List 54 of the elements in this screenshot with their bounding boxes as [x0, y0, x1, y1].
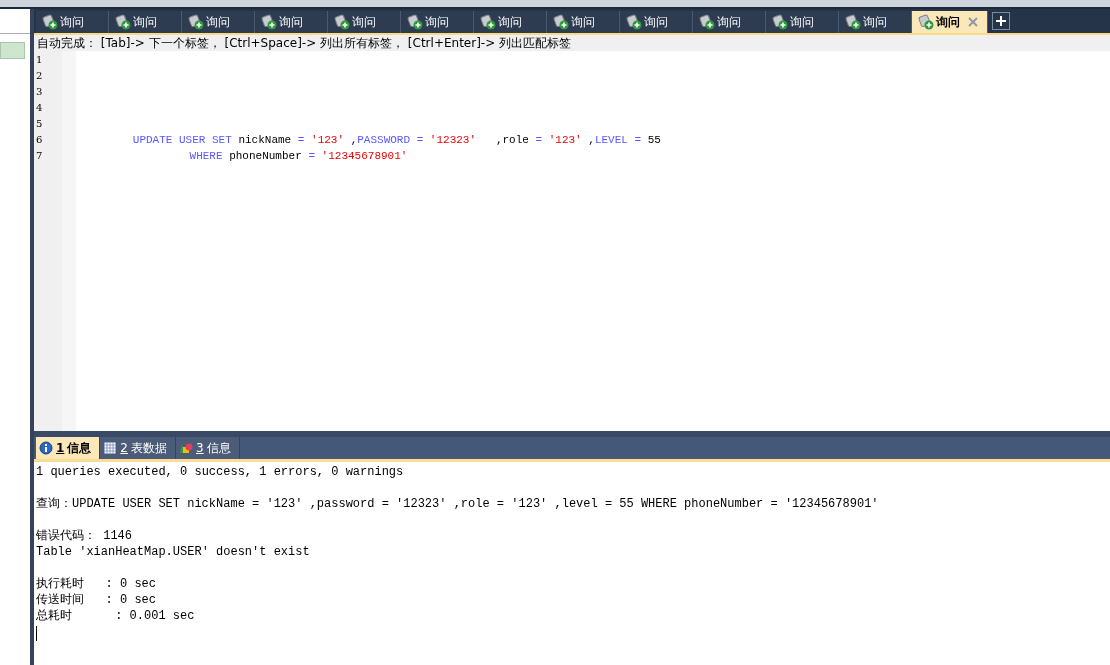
close-icon — [968, 17, 978, 27]
scroll-plus-icon — [480, 14, 496, 30]
query-tab[interactable]: 询问 — [401, 11, 474, 33]
autocomplete-hint: 自动完成： [Tab]-> 下一个标签， [Ctrl+Space]-> 列出所有标签， [Ctrl+Enter]-> 列出匹配标签 — [34, 33, 1110, 51]
scroll-plus-icon — [553, 14, 569, 30]
output-line: 传送时间 : 0 sec — [36, 592, 156, 608]
query-tab[interactable]: 询问 — [182, 11, 255, 33]
line-number: 6 — [35, 133, 44, 147]
line-number: 1 — [35, 53, 44, 67]
result-tab[interactable]: 1 信息 — [36, 437, 101, 459]
query-tab[interactable]: 询问 — [474, 11, 547, 33]
scroll-plus-icon — [772, 14, 788, 30]
line-number: 5 — [35, 117, 44, 131]
table-grid-icon — [103, 441, 118, 455]
query-tab[interactable]: 询问 — [36, 11, 109, 33]
output-line: 1 queries executed, 0 success, 1 errors, 0 warnings — [36, 464, 404, 480]
scroll-plus-icon — [334, 14, 350, 30]
query-tab[interactable]: 询问 — [766, 11, 839, 33]
scroll-plus-icon — [261, 14, 277, 30]
query-tab[interactable]: 询问 — [912, 11, 988, 33]
line-number: 2 — [35, 69, 44, 83]
text-cursor — [36, 626, 37, 641]
output-line: 查询：UPDATE USER SET nickName = '123' ,password = '12323' ,role = '123' ,level = 55 WHERE phoneNumber = '12345678901' — [36, 496, 879, 512]
query-tab[interactable]: 询问 — [693, 11, 766, 33]
info-icon — [39, 441, 53, 455]
query-tab[interactable]: 询问 — [547, 11, 620, 33]
result-tab[interactable]: 3 信息 — [176, 437, 240, 459]
output-line: 错误代码： 1146 — [36, 528, 132, 544]
code-line: UPDATE USER SET nickName = '123' ,PASSWORD = '12323' ,role = '123' ,LEVEL = 55 — [131, 133, 661, 148]
scroll-plus-icon — [918, 14, 934, 30]
shapes-icon — [179, 441, 193, 455]
line-number: 7 — [35, 149, 44, 163]
line-number: 3 — [35, 85, 44, 99]
query-tab[interactable]: 询问 — [255, 11, 328, 33]
scroll-plus-icon — [845, 14, 861, 30]
query-tab[interactable]: 询问 — [839, 11, 912, 33]
scroll-plus-icon — [115, 14, 131, 30]
scroll-plus-icon — [407, 14, 423, 30]
scroll-plus-icon — [42, 14, 58, 30]
add-tab-button[interactable] — [992, 12, 1010, 30]
query-tab[interactable]: 询问 — [328, 11, 401, 33]
sidebar-highlight — [0, 42, 25, 59]
code-line: WHERE phoneNumber = '12345678901' — [188, 149, 408, 164]
query-tab[interactable]: 询问 — [620, 11, 693, 33]
line-number: 4 — [35, 101, 44, 115]
scroll-plus-icon — [188, 14, 204, 30]
result-tab[interactable]: 2 表数据 — [100, 437, 176, 459]
plus-icon — [995, 15, 1007, 27]
output-line: Table 'xianHeatMap.USER' doesn't exist — [36, 544, 310, 560]
query-tab[interactable]: 询问 — [109, 11, 182, 33]
output-line: 执行耗时 : 0 sec — [36, 576, 156, 592]
scroll-plus-icon — [626, 14, 642, 30]
output-line: 总耗时 : 0.001 sec — [36, 608, 195, 624]
scroll-plus-icon — [699, 14, 715, 30]
